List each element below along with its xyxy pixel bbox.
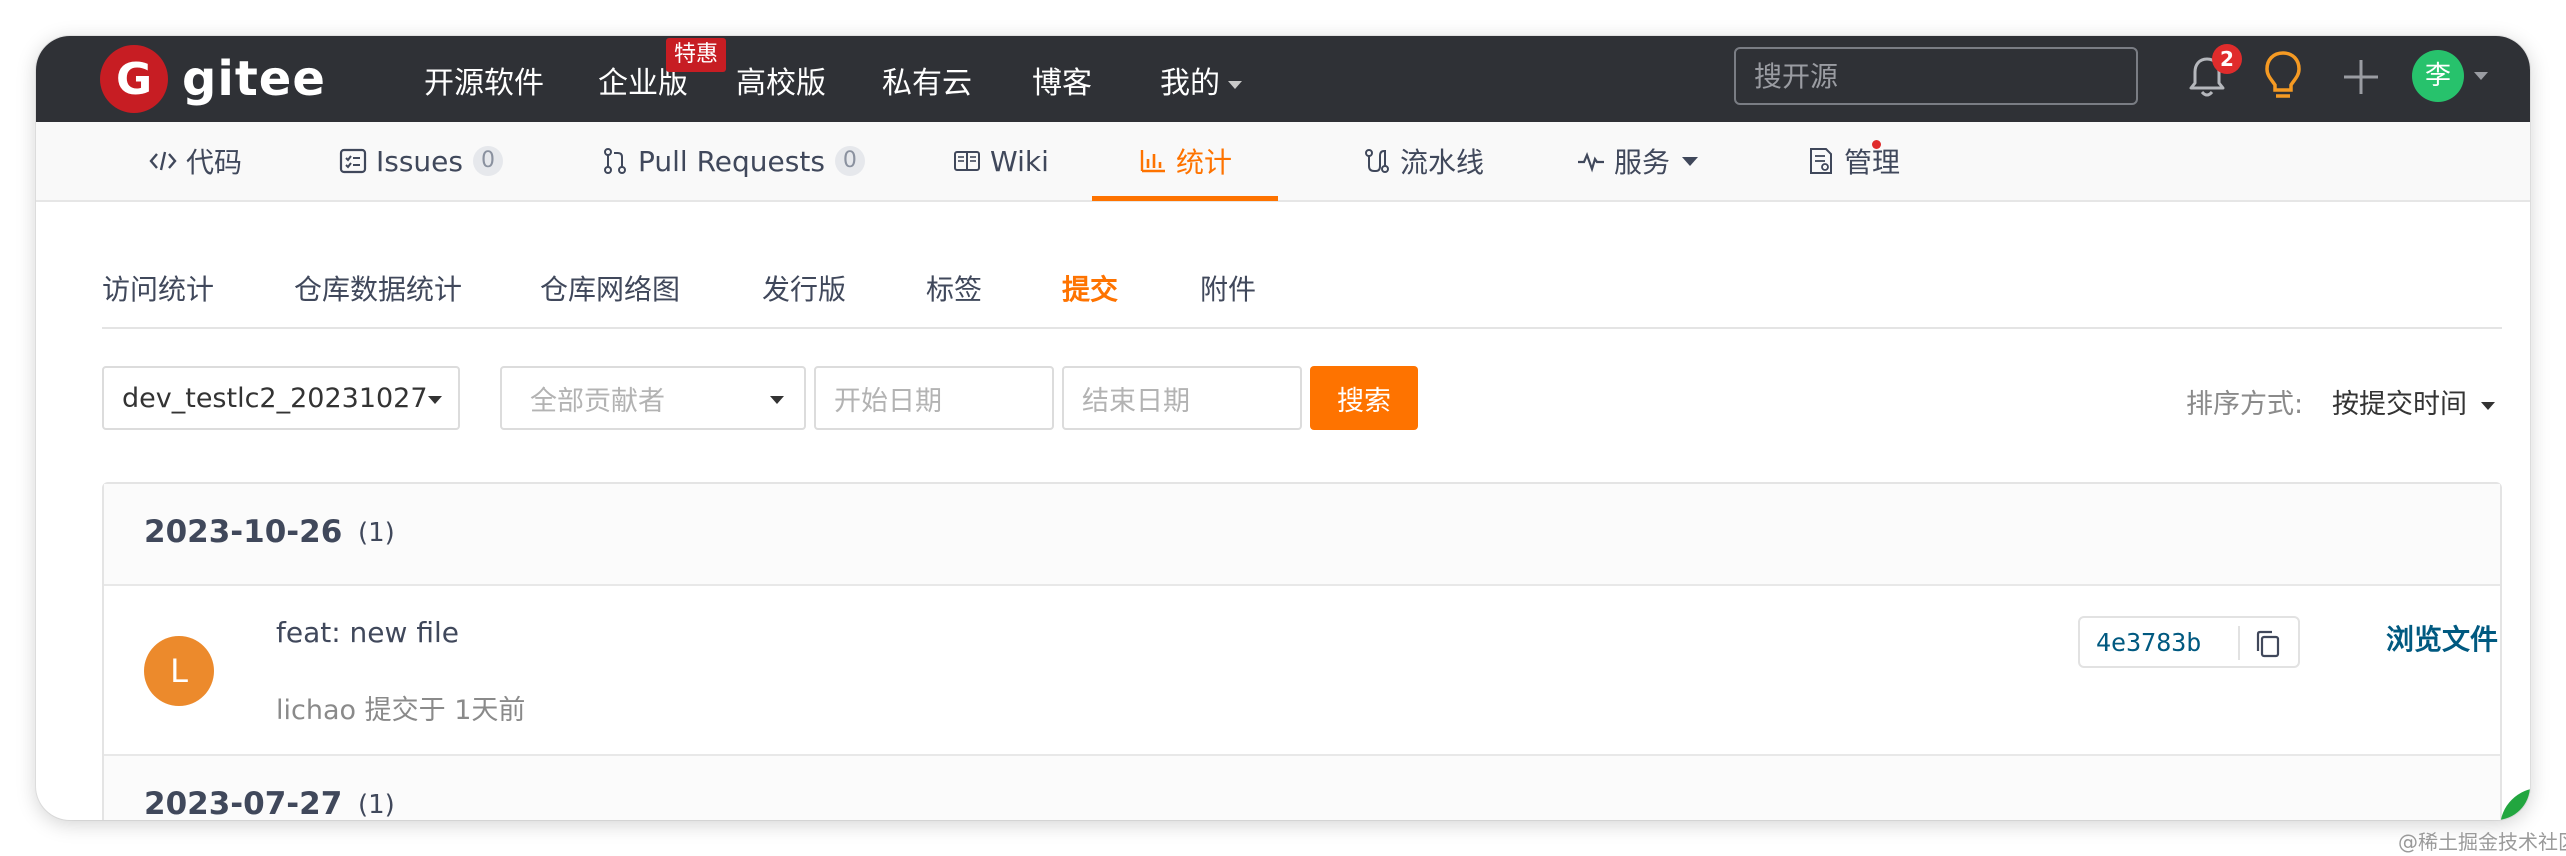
pull-requests-count-badge: 0: [834, 146, 865, 176]
gitee-logo[interactable]: G gitee: [100, 44, 326, 114]
tab-issues-label: Issues: [376, 144, 463, 178]
pull-request-icon: [604, 148, 626, 174]
subtab-repo-data-stats[interactable]: 仓库数据统计: [294, 268, 462, 308]
plus-icon[interactable]: [2338, 54, 2384, 100]
subtab-divider: [102, 327, 2502, 329]
end-date-input[interactable]: 结束日期: [1062, 366, 1302, 430]
repo-tabs: 代码 Issues 0 Pull Requests 0 Wiki 统计 流水线 …: [36, 122, 2530, 202]
pipeline-icon: [1365, 149, 1389, 173]
subtab-network-graph[interactable]: 仓库网络图: [540, 268, 680, 308]
tab-issues[interactable]: Issues 0: [338, 122, 503, 200]
end-date-placeholder: 结束日期: [1082, 385, 1190, 417]
branch-select[interactable]: dev_testlc2_20231027: [102, 366, 460, 430]
watermark-text: @稀土掘金技术社区: [2398, 830, 2566, 854]
active-tab-indicator: [1092, 196, 1278, 201]
nav-blog[interactable]: 博客: [1032, 58, 1092, 102]
sort-select-value: 按提交时间: [2332, 389, 2467, 420]
tab-services[interactable]: 服务: [1576, 122, 1699, 200]
tab-code[interactable]: 代码: [148, 122, 242, 200]
subtab-commits[interactable]: 提交: [1062, 268, 1118, 308]
branch-select-value: dev_testlc2_20231027: [122, 382, 428, 414]
tab-stats[interactable]: 统计: [1138, 122, 1232, 200]
issues-icon: [339, 148, 367, 174]
subtab-tags[interactable]: 标签: [926, 268, 982, 308]
commit-sha-box: 4e3783b: [2078, 616, 2300, 668]
copy-icon[interactable]: [2252, 628, 2284, 660]
sha-divider: [2238, 626, 2240, 660]
tab-wiki-label: Wiki: [990, 144, 1049, 178]
commit-sha-link[interactable]: 4e3783b: [2096, 628, 2201, 657]
issues-count-badge: 0: [473, 146, 503, 176]
top-navbar: G gitee 开源软件 企业版 特惠 高校版 私有云 博客 我的 2 李: [36, 36, 2530, 122]
commit-group-header: 2023-10-26 (1): [104, 484, 2500, 586]
code-icon: [149, 151, 177, 171]
chevron-down-icon: [1228, 80, 1242, 89]
subtab-visit-stats[interactable]: 访问统计: [102, 268, 214, 308]
tab-code-label: 代码: [186, 146, 243, 179]
nav-open-source[interactable]: 开源软件: [424, 58, 544, 102]
document-gear-icon: [1810, 148, 1832, 174]
tab-pull-requests[interactable]: Pull Requests 0: [600, 122, 865, 200]
notification-badge: 2: [2212, 44, 2242, 74]
chevron-down-icon: [428, 396, 442, 404]
logo-mark-icon: G: [100, 45, 168, 113]
commit-group-count: (1): [358, 790, 395, 820]
search-button[interactable]: 搜索: [1310, 366, 1418, 430]
manage-notice-dot: [1872, 140, 1881, 149]
tab-stats-label: 统计: [1176, 146, 1233, 179]
tab-services-label: 服务: [1614, 146, 1671, 179]
lightbulb-icon[interactable]: [2258, 48, 2308, 104]
contributor-select[interactable]: 全部贡献者: [500, 366, 806, 430]
nav-mine-label: 我的: [1160, 66, 1220, 101]
commit-group-header: 2023-07-27 (1): [104, 756, 2500, 820]
subtab-releases[interactable]: 发行版: [762, 268, 846, 308]
browser-window: G gitee 开源软件 企业版 特惠 高校版 私有云 博客 我的 2 李: [36, 36, 2530, 820]
logo-text: gitee: [182, 51, 326, 107]
commit-list: 2023-10-26 (1) L feat: new file lichao 提…: [102, 482, 2502, 820]
user-avatar[interactable]: 李: [2412, 50, 2464, 102]
commit-meta: lichao 提交于 1天前: [276, 695, 526, 726]
sort-select[interactable]: 按提交时间: [2332, 382, 2495, 421]
subtab-attachments[interactable]: 附件: [1200, 268, 1256, 308]
promo-badge: 特惠: [666, 38, 727, 72]
commit-row: L feat: new file lichao 提交于 1天前 4e3783b …: [104, 584, 2500, 756]
tab-pull-requests-label: Pull Requests: [638, 144, 825, 178]
tab-pipeline-label: 流水线: [1400, 146, 1485, 179]
commit-group-count: (1): [358, 518, 395, 548]
tab-pipeline[interactable]: 流水线: [1362, 122, 1484, 200]
sort-label: 排序方式:: [2186, 389, 2304, 420]
browse-files-link[interactable]: 浏览文件: [2386, 618, 2498, 658]
chevron-down-icon: [770, 396, 784, 404]
tab-manage[interactable]: 管理: [1806, 122, 1900, 200]
commit-group-date: 2023-07-27: [144, 786, 343, 820]
pulse-icon: [1578, 151, 1604, 173]
chevron-down-icon[interactable]: [2474, 72, 2488, 80]
help-chat-button[interactable]: [2500, 788, 2530, 820]
bar-chart-icon: [1140, 150, 1165, 173]
contributor-select-placeholder: 全部贡献者: [530, 385, 665, 417]
search-input[interactable]: [1734, 47, 2138, 105]
chevron-down-icon: [2481, 401, 2495, 410]
tab-wiki[interactable]: Wiki: [952, 122, 1049, 200]
chevron-down-icon: [1682, 156, 1699, 166]
nav-private-cloud[interactable]: 私有云: [882, 58, 972, 102]
commit-message[interactable]: feat: new file: [276, 616, 459, 649]
author-avatar[interactable]: L: [144, 636, 214, 706]
book-icon: [954, 151, 980, 171]
nav-university[interactable]: 高校版: [736, 58, 826, 102]
nav-mine[interactable]: 我的: [1160, 58, 1242, 102]
commit-group-date: 2023-10-26: [144, 514, 343, 550]
start-date-input[interactable]: 开始日期: [814, 366, 1054, 430]
start-date-placeholder: 开始日期: [834, 385, 942, 417]
